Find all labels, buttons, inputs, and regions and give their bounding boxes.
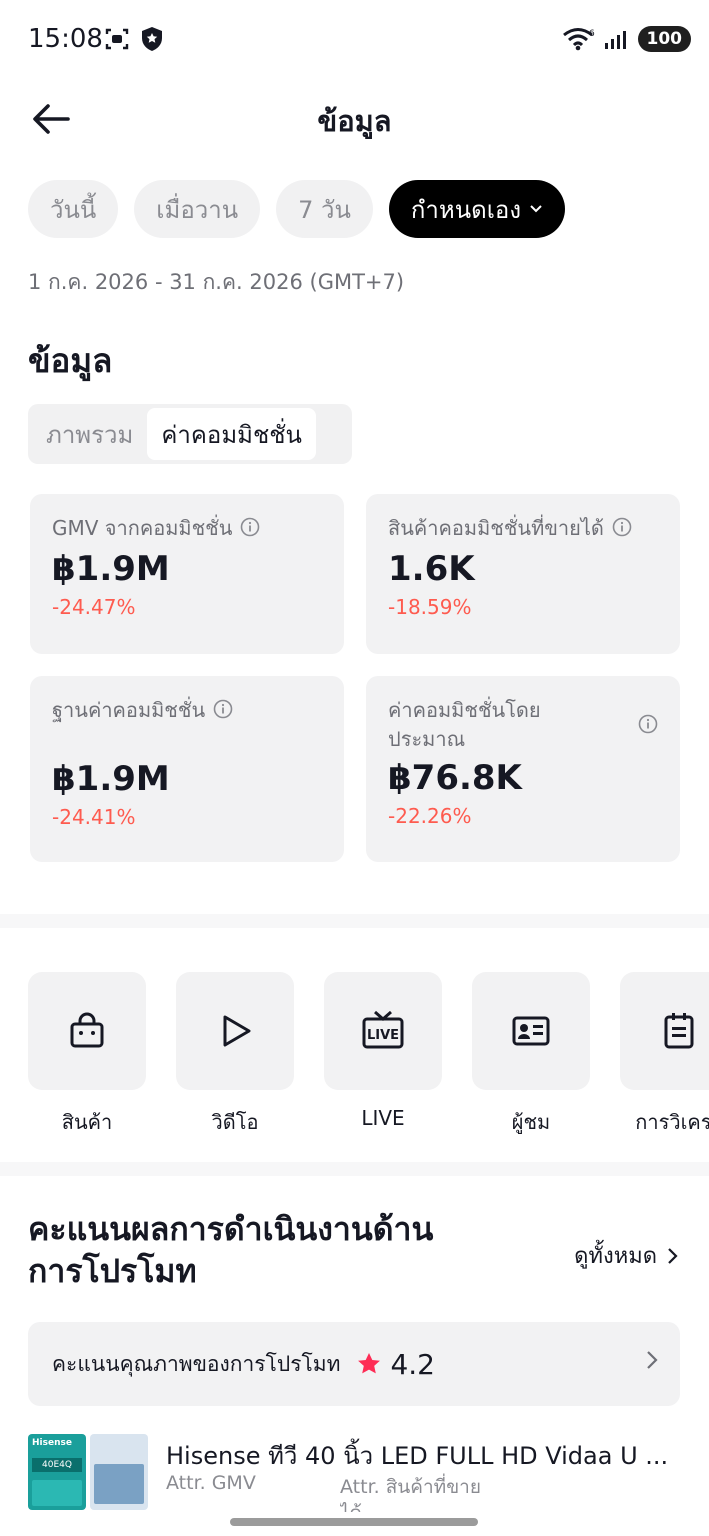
metric-label-text: GMV จากคอมมิชชั่น	[52, 516, 233, 540]
product-image	[90, 1434, 148, 1510]
see-all-label: ดูทั้งหมด	[574, 1244, 657, 1269]
metric-card-estimated-commission[interactable]: ค่าคอมมิชชั่นโดยประมาณ ฿76.8K -22.26%	[366, 676, 680, 862]
header: ข้อมูล	[0, 86, 709, 150]
see-all-link[interactable]: ดูทั้งหมด	[574, 1238, 679, 1273]
chip-7-days-label: 7 วัน	[298, 195, 351, 224]
metric-card-commission-base[interactable]: ฐานค่าคอมมิชชั่น ฿1.9M -24.41%	[30, 676, 344, 862]
shortcut-live[interactable]: LIVE LIVE	[324, 972, 442, 1138]
id-card-icon	[512, 1016, 550, 1046]
metric-delta: -22.26%	[388, 804, 472, 828]
chevron-right-icon	[668, 1247, 678, 1264]
metric-card-items-sold[interactable]: สินค้าคอมมิชชั่นที่ขายได้ 1.6K -18.59%	[366, 494, 680, 654]
metric-delta: -18.59%	[388, 595, 472, 619]
metric-label: ฐานค่าคอมมิชชั่น	[52, 696, 322, 725]
chip-today-label: วันนี้	[50, 195, 97, 224]
info-icon[interactable]	[213, 699, 233, 719]
shortcut-row: สินค้า วิดีโอ LIVE LIVE ผู้ชม การวิเคร	[28, 972, 709, 1138]
product-image: Hisense 40E4Q	[28, 1434, 86, 1510]
shortcut-label: การวิเครา	[635, 1110, 709, 1134]
shortcut-audience[interactable]: ผู้ชม	[472, 972, 590, 1138]
status-bar: 15:08 6 100	[0, 0, 709, 80]
home-indicator[interactable]	[230, 1518, 478, 1526]
shortcut-label: ผู้ชม	[511, 1110, 551, 1134]
shortcut-analytics[interactable]: การวิเครา	[620, 972, 709, 1138]
status-right-icons: 6 100	[562, 26, 691, 52]
screen-record-icon	[105, 28, 129, 50]
tab-commission[interactable]: ค่าคอมมิชชั่น	[147, 408, 316, 460]
chip-7-days[interactable]: 7 วัน	[276, 180, 373, 238]
svg-text:6: 6	[589, 29, 595, 39]
shortcut-tile	[28, 972, 146, 1090]
info-icon[interactable]	[638, 714, 658, 734]
tab-overview[interactable]: ภาพรวม	[32, 408, 147, 460]
status-time: 15:08	[28, 24, 103, 54]
shortcut-tile	[472, 972, 590, 1090]
shortcut-label: สินค้า	[61, 1110, 113, 1134]
product-thumbnail: Hisense 40E4Q	[28, 1434, 148, 1510]
info-icon[interactable]	[240, 517, 260, 537]
thumb-decor	[94, 1464, 144, 1504]
performance-title: คะแนนผลการดำเนินงานด้านการโปรโมท	[28, 1210, 434, 1290]
shield-icon	[142, 27, 162, 51]
metric-delta: -24.47%	[52, 595, 136, 619]
svg-text:LIVE: LIVE	[367, 1028, 399, 1043]
metric-delta: -24.41%	[52, 805, 136, 829]
shortcut-products[interactable]: สินค้า	[28, 972, 146, 1138]
metric-label: GMV จากคอมมิชชั่น	[52, 514, 322, 543]
thumb-model: 40E4Q	[32, 1458, 82, 1472]
metric-value: ฿1.9M	[52, 549, 170, 589]
shortcut-tile: LIVE	[324, 972, 442, 1090]
play-icon	[223, 1015, 251, 1047]
attr-items-sold-label-cut: ได้	[340, 1498, 362, 1512]
live-tv-icon: LIVE	[362, 1010, 404, 1049]
chevron-right-icon	[647, 1351, 658, 1369]
chip-today[interactable]: วันนี้	[28, 180, 119, 238]
metric-label: สินค้าคอมมิชชั่นที่ขายได้	[388, 514, 658, 543]
attr-gmv-label: Attr. GMV	[166, 1472, 256, 1494]
info-icon[interactable]	[612, 517, 632, 537]
shopping-bag-icon	[70, 1012, 104, 1048]
metric-label-text: ฐานค่าคอมมิชชั่น	[52, 698, 206, 722]
wifi-icon: 6	[562, 28, 595, 51]
section-divider	[0, 1162, 709, 1176]
metric-label-text: สินค้าคอมมิชชั่นที่ขายได้	[388, 516, 604, 540]
shortcut-tile	[176, 972, 294, 1090]
chip-custom-label: กำหนดเอง	[410, 195, 522, 224]
metric-card-gmv[interactable]: GMV จากคอมมิชชั่น ฿1.9M -24.47%	[30, 494, 344, 654]
product-row[interactable]: Hisense 40E4Q Hisense ทีวี 40 นิ้ว LED F…	[28, 1434, 708, 1514]
signal-icon	[604, 31, 626, 49]
metric-value: ฿76.8K	[388, 758, 522, 798]
page-title: ข้อมูล	[317, 104, 392, 138]
date-filter-chips: วันนี้ เมื่อวาน 7 วัน กำหนดเอง	[28, 180, 566, 238]
metric-value: ฿1.9M	[52, 759, 170, 799]
score-value: 4.2	[390, 1347, 435, 1381]
product-name: Hisense ทีวี 40 นิ้ว LED FULL HD Vidaa U…	[166, 1442, 669, 1470]
segmented-control: ภาพรวม ค่าคอมมิชชั่น	[28, 404, 352, 464]
clipboard-icon	[664, 1013, 694, 1049]
chip-custom[interactable]: กำหนดเอง	[388, 180, 566, 238]
promotion-score-row[interactable]: คะแนนคุณภาพของการโปรโมท 4.2	[28, 1322, 680, 1406]
shortcut-videos[interactable]: วิดีโอ	[176, 972, 294, 1138]
date-range-text: 1 ก.ค. 2026 - 31 ก.ค. 2026 (GMT+7)	[28, 270, 405, 294]
shortcut-label: วิดีโอ	[211, 1110, 259, 1134]
score-label: คะแนนคุณภาพของการโปรโมท	[52, 1351, 341, 1376]
star-icon	[358, 1353, 381, 1374]
metric-label-text: ค่าคอมมิชชั่นโดยประมาณ	[388, 698, 541, 751]
section-title: ข้อมูล	[28, 341, 113, 380]
chevron-down-icon	[530, 205, 542, 213]
thumb-decor	[32, 1480, 82, 1506]
shortcut-label: LIVE	[361, 1106, 405, 1130]
section-divider	[0, 914, 709, 928]
shortcut-tile	[620, 972, 709, 1090]
status-left-icons	[104, 26, 164, 52]
thumb-brand: Hisense	[32, 1438, 72, 1448]
metric-label: ค่าคอมมิชชั่นโดยประมาณ	[388, 696, 658, 754]
chip-yesterday[interactable]: เมื่อวาน	[134, 180, 261, 238]
back-arrow-icon[interactable]	[28, 96, 74, 142]
chip-yesterday-label: เมื่อวาน	[156, 195, 239, 224]
metric-value: 1.6K	[388, 549, 475, 589]
battery-indicator: 100	[637, 26, 691, 52]
